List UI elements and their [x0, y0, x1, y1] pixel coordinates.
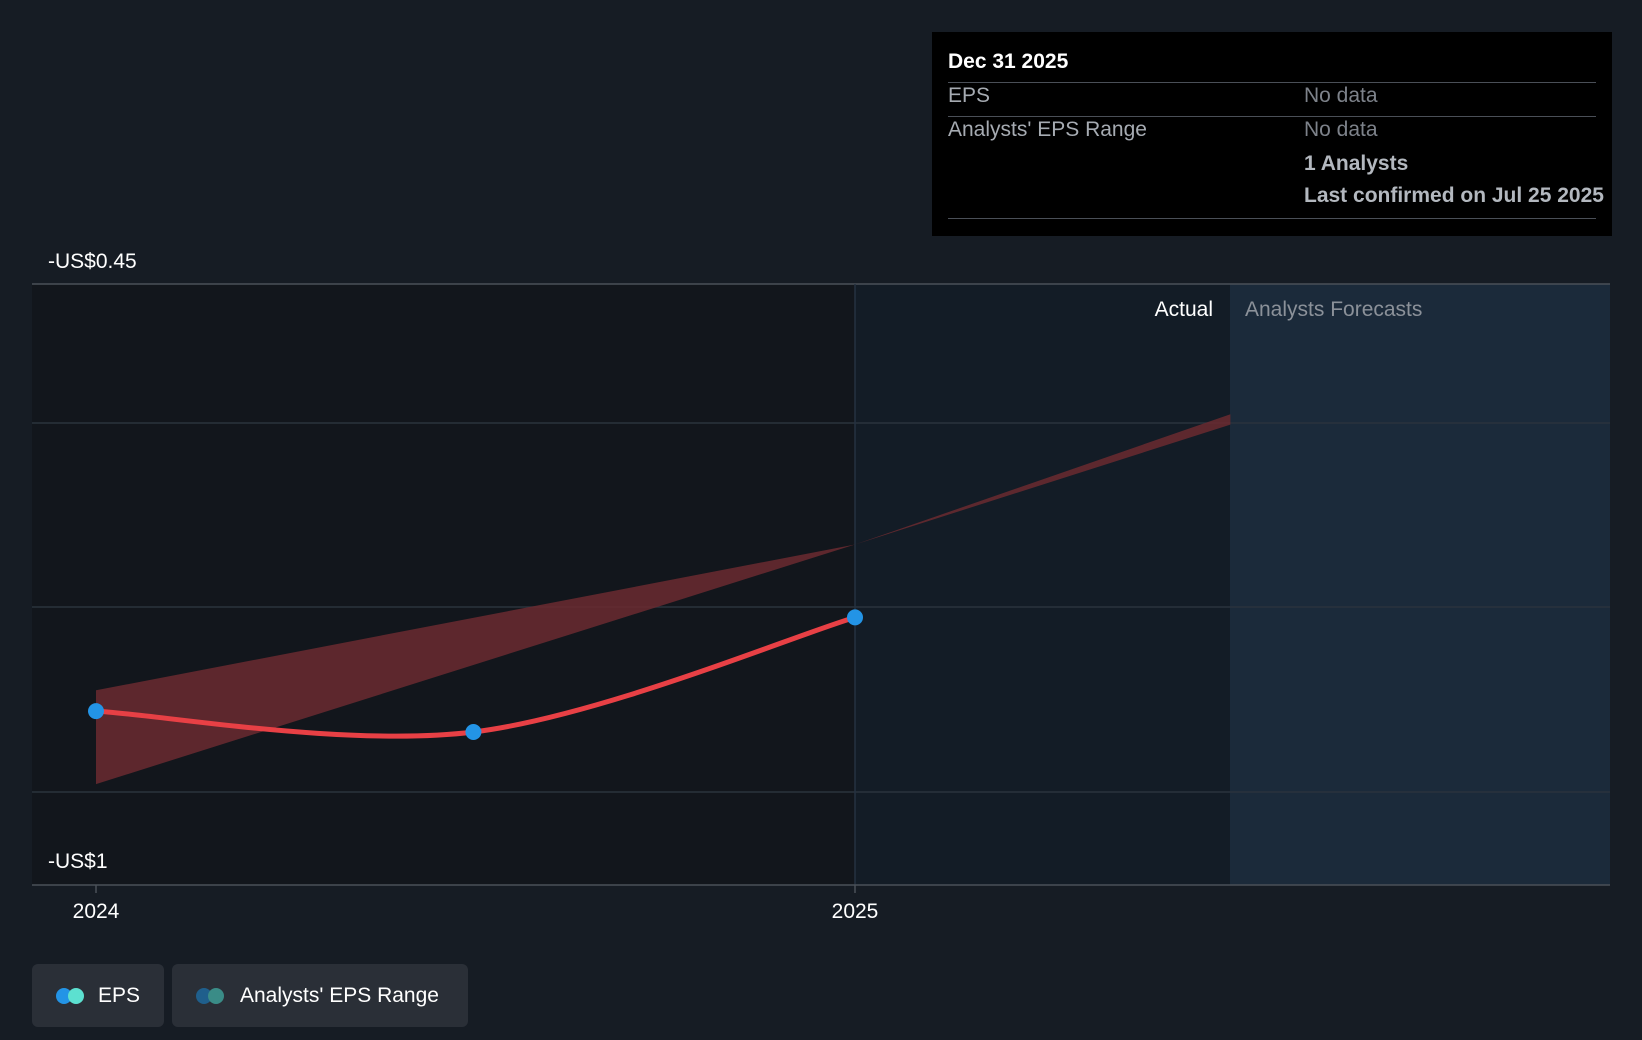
tooltip-analysts: 1 Analysts [1304, 152, 1409, 175]
forecast-region [1230, 284, 1610, 885]
tooltip: Dec 31 2025 EPS No data Analysts' EPS Ra… [932, 32, 1612, 236]
actual-past-region [32, 284, 855, 885]
forecast-region-label: Analysts Forecasts [1245, 298, 1422, 321]
tooltip-divider [948, 218, 1596, 219]
eps-data-point [465, 723, 482, 740]
tooltip-date: Dec 31 2025 [948, 50, 1069, 73]
tooltip-divider [948, 82, 1596, 83]
x-axis-tick-label: 2024 [73, 900, 120, 923]
legend-eps[interactable]: EPS [32, 964, 164, 1027]
range-dot-secondary [208, 987, 224, 1004]
tooltip-range-label: Analysts' EPS Range [948, 118, 1147, 141]
tooltip-confirmed: Last confirmed on Jul 25 2025 [1304, 184, 1604, 207]
eps-dot-secondary [68, 987, 84, 1004]
eps-data-point [88, 703, 104, 720]
chart-root: -US$0.45 -US$1 Actual Analysts Forecasts 202… [0, 0, 1642, 1040]
x-axis-tick-label: 2025 [832, 900, 879, 923]
tooltip-divider [948, 116, 1596, 117]
tooltip-eps-label: EPS [948, 84, 991, 107]
actual-recent-region [855, 284, 1230, 885]
legend-range-label: Analysts' EPS Range [240, 983, 439, 1007]
y-axis-top-label: -US$0.45 [48, 250, 137, 273]
legend-analysts-eps-range[interactable]: Analysts' EPS Range [172, 964, 468, 1027]
range-legend-icon [196, 987, 226, 1004]
actual-region-label: Actual [1155, 298, 1213, 321]
eps-data-point [847, 609, 863, 626]
tooltip-range-value: No data [1304, 118, 1378, 141]
y-axis-bottom-label: -US$1 [48, 850, 108, 873]
eps-legend-icon [56, 987, 84, 1004]
tooltip-eps-value: No data [1304, 84, 1378, 107]
legend-eps-label: EPS [97, 983, 140, 1007]
